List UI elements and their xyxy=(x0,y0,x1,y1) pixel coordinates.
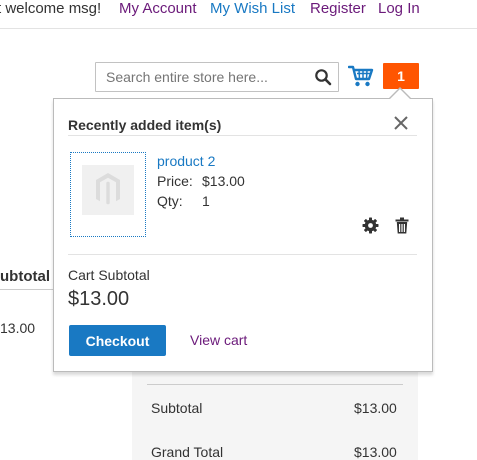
search-input[interactable] xyxy=(96,63,306,91)
cart-table-subtotal-header: ubtotal xyxy=(0,268,50,285)
price-label: Price: xyxy=(157,173,193,189)
qty-value: 1 xyxy=(202,193,210,209)
cart-subtotal-label: Cart Subtotal xyxy=(68,267,150,283)
search-box xyxy=(95,62,339,92)
log-in-link[interactable]: Log In xyxy=(378,0,420,18)
cart-subtotal-value: $13.00 xyxy=(68,288,130,310)
my-account-link[interactable]: My Account xyxy=(119,0,197,18)
magento-logo-icon xyxy=(96,173,120,205)
minicart-title-divider xyxy=(68,135,417,136)
product-name-link[interactable]: product 2 xyxy=(157,153,215,169)
header-panel: t welcome msg! My Account My Wish List R… xyxy=(0,0,477,29)
summary-grand-total-value: $13.00 xyxy=(354,444,397,460)
search-icon[interactable] xyxy=(314,68,332,86)
my-wish-list-link[interactable]: My Wish List xyxy=(210,0,295,18)
gear-icon[interactable] xyxy=(362,217,379,234)
qty-label: Qty: xyxy=(157,193,183,209)
view-cart-link[interactable]: View cart xyxy=(190,332,247,348)
summary-divider xyxy=(147,384,403,385)
summary-subtotal-label: Subtotal xyxy=(151,400,203,416)
summary-subtotal-value: $13.00 xyxy=(354,400,397,416)
product-placeholder-image xyxy=(82,165,134,215)
cart-row-price: 13.00 xyxy=(0,320,36,336)
minicart-items-divider xyxy=(68,254,417,255)
minicart-pointer-fill xyxy=(389,89,411,100)
welcome-message: t welcome msg! xyxy=(0,0,102,17)
summary-grand-total-label: Grand Total xyxy=(151,444,224,460)
close-icon[interactable] xyxy=(393,115,409,131)
product-thumbnail[interactable] xyxy=(70,152,146,237)
register-link[interactable]: Register xyxy=(310,0,366,18)
checkout-button[interactable]: Checkout xyxy=(69,325,166,356)
cart-count-badge[interactable]: 1 xyxy=(383,63,419,89)
price-value: $13.00 xyxy=(202,173,245,189)
cart-icon[interactable] xyxy=(347,64,374,88)
trash-icon[interactable] xyxy=(395,217,409,234)
minicart-title: Recently added item(s) xyxy=(68,117,222,133)
table-header-divider xyxy=(0,289,55,290)
